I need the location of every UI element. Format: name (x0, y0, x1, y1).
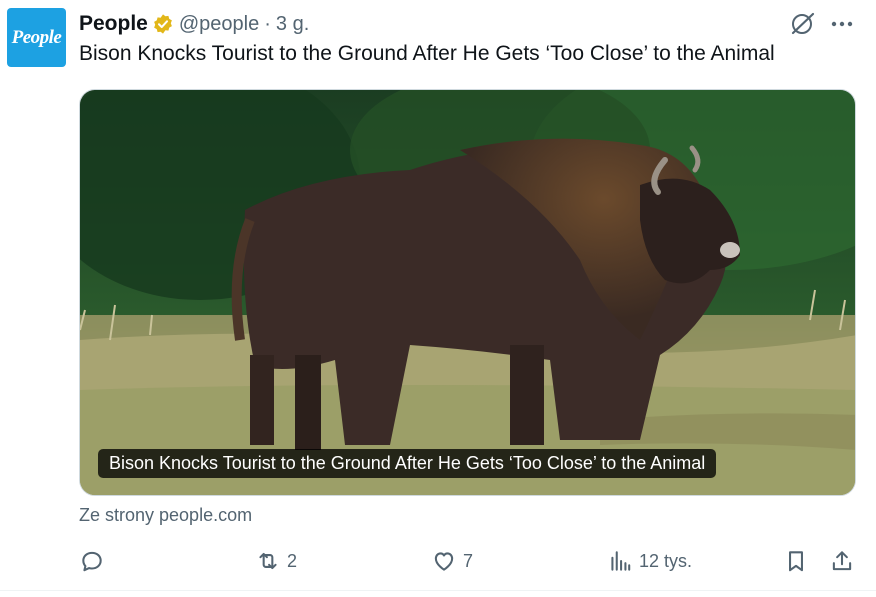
retweet-count: 2 (287, 550, 298, 571)
retweet-button[interactable]: 2 (255, 545, 297, 577)
like-icon (434, 552, 454, 571)
avatar-logo-text: People (11, 26, 62, 48)
verified-badge-icon[interactable] (152, 13, 174, 35)
views-icon (611, 551, 631, 571)
share-icon (832, 551, 852, 571)
tweet-timestamp[interactable]: 3 g. (276, 13, 309, 36)
author-handle[interactable]: @people (179, 13, 259, 36)
grok-icon[interactable] (788, 10, 816, 38)
more-icon[interactable] (828, 12, 856, 36)
card-source[interactable]: Ze strony people.com (79, 505, 252, 526)
link-card[interactable]: Bison Knocks Tourist to the Ground After… (79, 89, 856, 496)
author-name[interactable]: People (79, 12, 148, 36)
like-button[interactable]: 7 (431, 545, 473, 577)
reply-button[interactable] (79, 545, 111, 577)
like-count: 7 (463, 550, 474, 571)
card-caption: Bison Knocks Tourist to the Ground After… (98, 449, 717, 478)
views-count: 12 tys. (639, 550, 693, 571)
bookmark-icon (789, 551, 803, 572)
card-image (80, 90, 855, 495)
reply-icon (82, 551, 102, 572)
divider (0, 590, 876, 591)
tweet-header: People @people · 3 g. (79, 10, 309, 38)
tweet-actions: 2 7 12 tys. (79, 545, 856, 577)
author-avatar[interactable]: People (7, 8, 66, 67)
share-button[interactable] (829, 545, 855, 577)
bookmark-button[interactable] (783, 545, 809, 577)
tweet-text: Bison Knocks Tourist to the Ground After… (79, 42, 775, 65)
separator-dot: · (264, 12, 271, 35)
retweet-icon (259, 552, 277, 570)
views-button[interactable]: 12 tys. (607, 545, 692, 577)
